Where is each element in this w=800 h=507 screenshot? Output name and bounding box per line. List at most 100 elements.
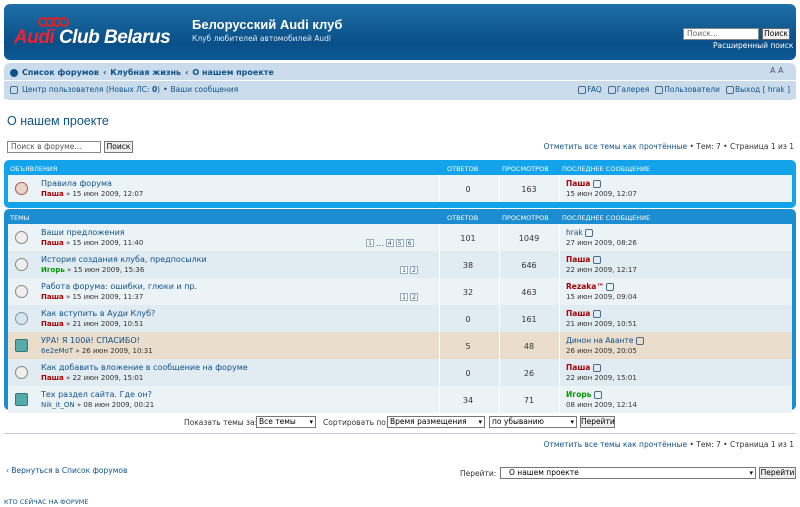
divider xyxy=(4,433,796,434)
topic-title[interactable]: Ваши предложения xyxy=(41,228,125,237)
jump-select[interactable]: О нашем проекте xyxy=(500,467,756,479)
my-posts-link[interactable]: Ваши сообщения xyxy=(171,85,239,94)
last-date: 15 июн 2009, 12:07 xyxy=(566,190,637,198)
topic-author[interactable]: Паша xyxy=(41,374,64,382)
topic-row[interactable]: Работа форума: ошибки, глюки и пр. Паша … xyxy=(8,278,792,305)
breadcrumb-index[interactable]: Список форумов xyxy=(22,68,99,77)
view-count: 1049 xyxy=(518,234,540,243)
topic-row[interactable]: Тех раздел сайта. Где он? Nik_it_ON » 08… xyxy=(8,386,792,413)
view-latest-icon[interactable] xyxy=(593,391,602,399)
topic-author[interactable]: Паша xyxy=(41,239,64,247)
last-author[interactable]: Rezaka™ xyxy=(566,282,604,291)
topic-row[interactable]: УРА! Я 100й! СПАСИБО! 6e2eMoT » 26 июн 2… xyxy=(8,332,792,359)
site-logo[interactable]: Audi Club Belarus xyxy=(14,17,184,49)
last-post[interactable]: hrak xyxy=(566,228,594,237)
topic-author[interactable]: Паша xyxy=(41,293,64,301)
last-author[interactable]: hrak xyxy=(566,228,583,237)
page-link[interactable]: 1 xyxy=(400,266,408,274)
mark-read-link[interactable]: Отметить все темы как прочтённые xyxy=(544,142,688,151)
advanced-search-link[interactable]: Расширенный поиск xyxy=(713,41,793,50)
col-replies: Ответов xyxy=(447,214,479,222)
topic-row[interactable]: Как добавить вложение в сообщение на фор… xyxy=(8,359,792,386)
show-topics-label: Показать темы за: xyxy=(184,418,258,427)
last-author[interactable]: Игорь xyxy=(566,390,591,399)
last-post[interactable]: Rezaka™ xyxy=(566,282,615,291)
page-link[interactable]: 4 xyxy=(385,239,394,247)
view-latest-icon[interactable] xyxy=(592,310,601,318)
topic-title[interactable]: История создания клуба, предпосылки xyxy=(41,255,207,264)
show-topics-select[interactable]: Все темы xyxy=(256,416,316,428)
forum-search-input[interactable]: Поиск в форуме... xyxy=(7,141,101,153)
page-info-bottom: Отметить все темы как прочтённые • Тем: … xyxy=(544,440,794,449)
topic-author[interactable]: 6e2eMoT xyxy=(41,347,73,355)
last-author[interactable]: Паша xyxy=(566,363,590,372)
page-link[interactable]: 2 xyxy=(410,266,418,274)
reply-count: 0 xyxy=(465,185,471,194)
last-post[interactable]: Игорь xyxy=(566,390,603,399)
view-latest-icon[interactable] xyxy=(592,180,601,188)
topic-row[interactable]: Как вступить в Ауди Клуб? Паша » 21 июн … xyxy=(8,305,792,332)
page-link[interactable]: 1 xyxy=(366,239,374,247)
view-count: 26 xyxy=(523,369,535,378)
faq-link[interactable]: FAQ xyxy=(578,85,602,94)
mark-read-link[interactable]: Отметить все темы как прочтённые xyxy=(544,440,688,449)
last-post[interactable]: Динон на Аванте xyxy=(566,336,645,345)
members-link[interactable]: Пользователи xyxy=(655,85,720,94)
page-link[interactable]: 6 xyxy=(405,239,414,247)
last-author[interactable]: Паша xyxy=(566,309,590,318)
topic-pagination: 1 ... 4 5 6 xyxy=(366,239,414,248)
font-size-icon[interactable]: A A xyxy=(770,66,784,75)
last-date: 15 июн 2009, 09:04 xyxy=(566,293,637,301)
view-latest-icon[interactable] xyxy=(592,364,601,372)
ucp-link[interactable]: Центр пользователя (Новых ЛС: 0) xyxy=(22,85,160,94)
header-search-input[interactable]: Поиск... xyxy=(683,28,759,40)
hot-topic-icon xyxy=(15,258,28,271)
topic-meta: Паша » 15 июн 2009, 11:37 xyxy=(41,293,143,301)
topic-date: » 26 июн 2009, 10:31 xyxy=(73,347,153,355)
header-search-button[interactable]: Поиск xyxy=(762,28,790,40)
topic-row[interactable]: Ваши предложения Паша » 15 июн 2009, 11:… xyxy=(8,224,792,251)
view-latest-icon[interactable] xyxy=(592,256,601,264)
last-post[interactable]: Паша xyxy=(566,363,602,372)
gallery-link[interactable]: Галерея xyxy=(607,85,649,94)
view-latest-icon[interactable] xyxy=(585,229,594,237)
view-latest-icon[interactable] xyxy=(635,337,644,345)
topic-row[interactable]: История создания клуба, предпосылки Игор… xyxy=(8,251,792,278)
reply-count: 34 xyxy=(462,396,474,405)
topic-author[interactable]: Паша xyxy=(41,190,64,198)
topic-title[interactable]: Как вступить в Ауди Клуб? xyxy=(41,309,155,318)
view-latest-icon[interactable] xyxy=(606,283,615,291)
topic-author[interactable]: Игорь xyxy=(41,266,65,274)
page-link[interactable]: 2 xyxy=(410,293,418,301)
sort-order-select[interactable]: по убыванию xyxy=(489,416,577,428)
last-author[interactable]: Паша xyxy=(566,179,590,188)
topic-author[interactable]: Nik_it_ON xyxy=(41,401,75,409)
jump-go-button[interactable]: Перейти xyxy=(759,467,796,479)
last-post[interactable]: Паша xyxy=(566,179,602,188)
gallery-icon xyxy=(607,86,616,94)
sort-by-select[interactable]: Время размещения xyxy=(387,416,485,428)
breadcrumb-club-life[interactable]: Клубная жизнь xyxy=(110,68,181,77)
sort-go-button[interactable]: Перейти xyxy=(580,416,615,428)
topic-title[interactable]: Работа форума: ошибки, глюки и пр. xyxy=(41,282,197,291)
topic-row[interactable]: Правила форума Паша » 15 июн 2009, 12:07… xyxy=(8,175,792,202)
topic-title[interactable]: Тех раздел сайта. Где он? xyxy=(41,390,152,399)
breadcrumb: Список форумов ‹ Клубная жизнь ‹ О нашем… xyxy=(10,68,274,77)
last-post[interactable]: Паша xyxy=(566,309,602,318)
topic-author[interactable]: Паша xyxy=(41,320,64,328)
topic-title[interactable]: Как добавить вложение в сообщение на фор… xyxy=(41,363,248,372)
last-post[interactable]: Паша xyxy=(566,255,602,264)
logout-link[interactable]: Выход [ hrak ] xyxy=(725,85,790,94)
last-author[interactable]: Паша xyxy=(566,255,590,264)
forum-search-button[interactable]: Поиск xyxy=(104,141,133,153)
jump-label: Перейти: xyxy=(460,469,497,478)
topic-title[interactable]: Правила форума xyxy=(41,179,112,188)
back-to-index-link[interactable]: ‹ Вернуться в Список форумов xyxy=(6,466,127,475)
page-title[interactable]: О нашем проекте xyxy=(7,114,109,128)
page-link[interactable]: 1 xyxy=(400,293,408,301)
breadcrumb-current[interactable]: О нашем проекте xyxy=(192,68,273,77)
page-link[interactable]: 5 xyxy=(395,239,404,247)
new-posts-icon xyxy=(15,339,28,352)
last-author[interactable]: Динон на Аванте xyxy=(566,336,633,345)
topic-title[interactable]: УРА! Я 100й! СПАСИБО! xyxy=(41,336,140,345)
